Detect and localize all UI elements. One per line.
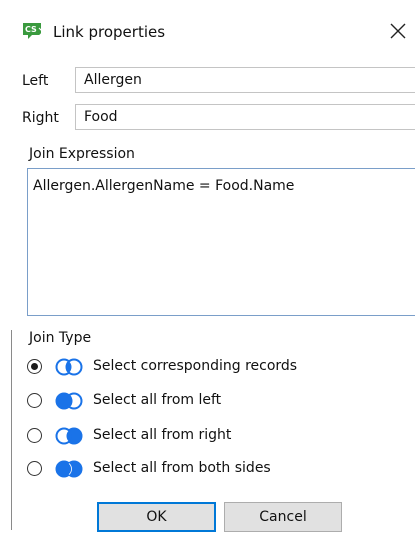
right-table-input[interactable] (75, 104, 415, 130)
close-button[interactable] (386, 18, 410, 44)
close-icon (390, 23, 406, 39)
radio-right[interactable] (27, 428, 42, 443)
left-table-input[interactable] (75, 67, 415, 93)
cancel-button[interactable]: Cancel (224, 502, 342, 532)
join-option-left[interactable]: Select all from left (27, 390, 357, 412)
venn-inner-join-icon (55, 358, 83, 376)
ok-button[interactable]: OK (97, 502, 216, 532)
join-option-label: Select corresponding records (93, 358, 298, 374)
venn-right-join-icon (55, 427, 83, 445)
radio-both[interactable] (27, 461, 42, 476)
join-option-both[interactable]: Select all from both sides (27, 458, 357, 480)
cs-app-icon: CS (23, 23, 44, 39)
join-type-label: Join Type (29, 330, 92, 346)
join-expression-textarea[interactable] (27, 168, 415, 316)
title-bar: CS Link properties (0, 0, 415, 62)
svg-text:CS: CS (25, 25, 37, 34)
link-properties-dialog: CS Link properties Left Right Join Expre… (0, 0, 415, 537)
join-option-corresponding[interactable]: Select corresponding records (27, 356, 357, 378)
radio-corresponding[interactable] (27, 359, 42, 374)
venn-left-join-icon (55, 392, 83, 410)
join-option-label: Select all from right (93, 427, 232, 443)
join-option-label: Select all from left (93, 392, 222, 408)
join-option-label: Select all from both sides (93, 460, 271, 476)
join-option-right[interactable]: Select all from right (27, 425, 357, 447)
window-title: Link properties (53, 23, 166, 41)
join-expression-label: Join Expression (29, 146, 135, 162)
left-label: Left (22, 73, 49, 89)
radio-left[interactable] (27, 393, 42, 408)
right-label: Right (22, 110, 59, 126)
dialog-left-edge (11, 330, 12, 530)
venn-full-join-icon (55, 460, 83, 478)
